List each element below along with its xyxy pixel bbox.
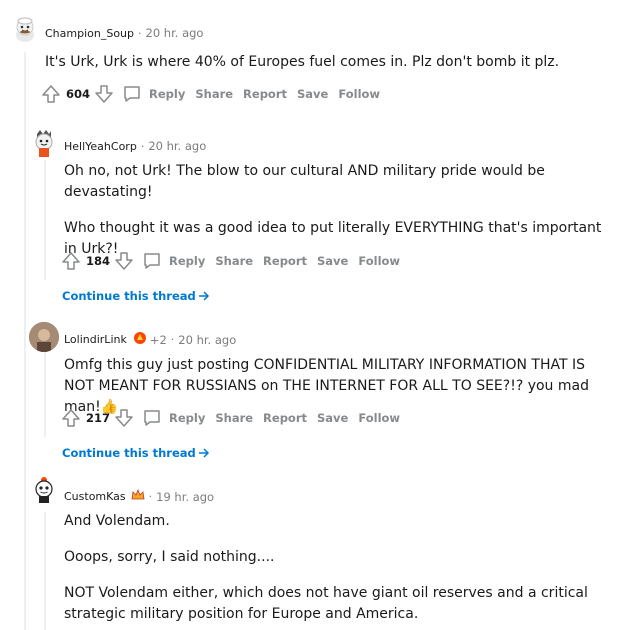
save-button[interactable]: Save	[317, 254, 348, 268]
crown-flair-icon	[131, 487, 145, 506]
reply-button[interactable]: Reply	[169, 411, 205, 425]
comment-time[interactable]: 19 hr. ago	[156, 490, 214, 504]
thread-line	[44, 512, 46, 630]
vote-score: 184	[86, 254, 111, 268]
comment-paragraph: And Volendam.	[64, 513, 170, 529]
upvote-arrow-icon[interactable]	[40, 83, 62, 105]
arrow-right-icon	[198, 448, 209, 458]
comment-paragraph: Oh no, not Urk! The blow to our cultural…	[64, 163, 545, 200]
thread-line	[44, 160, 46, 280]
comment-author[interactable]: CustomKas	[64, 490, 126, 503]
comment-body: Oh no, not Urk! The blow to our cultural…	[64, 161, 609, 260]
thread-line	[44, 352, 46, 437]
report-button[interactable]: Report	[263, 254, 307, 268]
separator-dot: ·	[140, 139, 145, 153]
separator-dot: ·	[138, 26, 142, 40]
avatar[interactable]	[29, 322, 59, 352]
avatar[interactable]	[29, 128, 59, 158]
share-button[interactable]: Share	[195, 87, 233, 101]
speech-bubble-icon[interactable]	[141, 250, 163, 272]
avatar[interactable]	[10, 14, 40, 44]
comment-time[interactable]: 20 hr. ago	[178, 333, 236, 347]
save-button[interactable]: Save	[317, 411, 348, 425]
thread-line	[24, 52, 26, 630]
award-icon	[133, 330, 147, 349]
comment-paragraph: It's Urk, Urk is where 40% of Europes fu…	[45, 54, 560, 70]
share-button[interactable]: Share	[215, 254, 253, 268]
separator-dot: ·	[148, 490, 153, 503]
downvote-arrow-icon[interactable]	[93, 83, 115, 105]
reply-button[interactable]: Reply	[149, 87, 185, 101]
downvote-arrow-icon[interactable]	[113, 250, 135, 272]
upvote-arrow-icon[interactable]	[60, 250, 82, 272]
follow-button[interactable]: Follow	[358, 254, 400, 268]
continue-thread-link[interactable]: Continue this thread	[62, 446, 210, 460]
save-button[interactable]: Save	[297, 87, 328, 101]
comment-time[interactable]: 20 hr. ago	[148, 139, 206, 153]
separator-dot: ·	[170, 333, 175, 346]
vote-score: 217	[86, 411, 111, 425]
follow-button[interactable]: Follow	[338, 87, 380, 101]
comment-paragraph: NOT Volendam either, which does not have…	[64, 585, 588, 622]
vote-score: 604	[66, 87, 91, 101]
arrow-right-icon	[198, 291, 209, 301]
continue-thread-label: Continue this thread	[62, 289, 196, 303]
comment-author[interactable]: Champion_Soup	[45, 27, 134, 40]
avatar[interactable]	[29, 474, 59, 504]
report-button[interactable]: Report	[243, 87, 287, 101]
speech-bubble-icon[interactable]	[121, 83, 143, 105]
downvote-arrow-icon[interactable]	[113, 407, 135, 429]
comment-paragraph: Ooops, sorry, I said nothing....	[64, 549, 275, 565]
comment-body: And Volendam. Ooops, sorry, I said nothi…	[64, 511, 609, 625]
upvote-arrow-icon[interactable]	[60, 407, 82, 429]
continue-thread-label: Continue this thread	[62, 446, 196, 460]
follow-button[interactable]: Follow	[358, 411, 400, 425]
comment-time[interactable]: 20 hr. ago	[146, 26, 204, 40]
share-button[interactable]: Share	[215, 411, 253, 425]
report-button[interactable]: Report	[263, 411, 307, 425]
reply-button[interactable]: Reply	[169, 254, 205, 268]
comment-author[interactable]: HellYeahCorp	[64, 140, 137, 153]
continue-thread-link[interactable]: Continue this thread	[62, 289, 210, 303]
comment-body: It's Urk, Urk is where 40% of Europes fu…	[45, 52, 605, 73]
comment-author[interactable]: LolindirLink	[64, 333, 127, 346]
award-count: +2	[149, 332, 167, 347]
speech-bubble-icon[interactable]	[141, 407, 163, 429]
